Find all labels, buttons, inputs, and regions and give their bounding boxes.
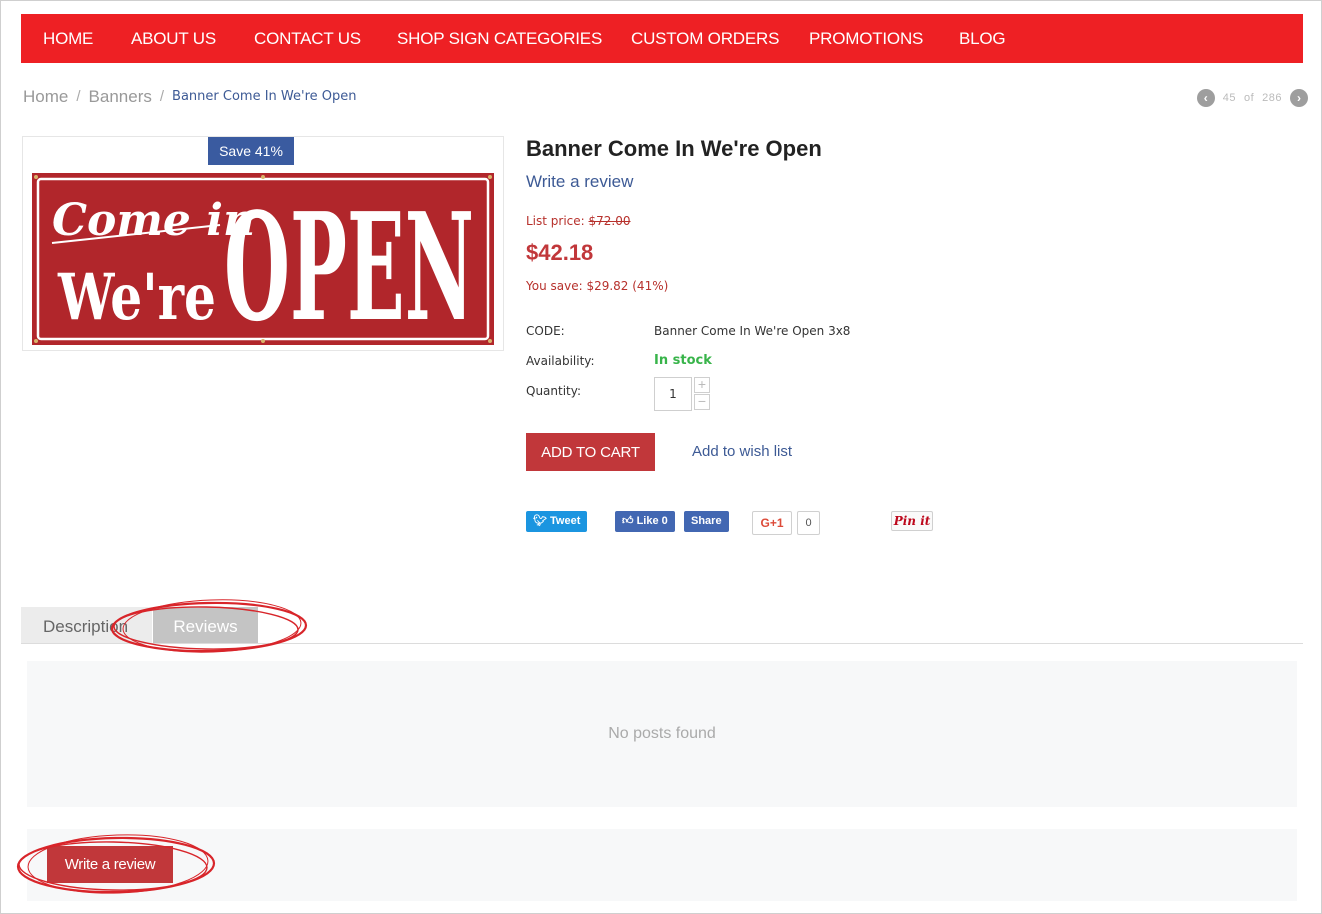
list-price: List price: $72.00 [526, 214, 631, 228]
tab-reviews[interactable]: Reviews [153, 607, 258, 644]
banner-text-line3: OPEN [224, 180, 474, 345]
pin-it-button[interactable]: Pin it [891, 511, 933, 531]
list-price-label: List price: [526, 214, 585, 228]
code-label: CODE: [526, 324, 565, 338]
breadcrumb-current: Banner Come In We're Open [172, 89, 357, 105]
write-review-link[interactable]: Write a review [526, 172, 633, 192]
list-price-value: $72.00 [588, 214, 631, 228]
main-nav: HOME ABOUT US CONTACT US SHOP SIGN CATEG… [21, 14, 1303, 63]
review-actions-bar [27, 829, 1297, 901]
nav-about-us[interactable]: ABOUT US [131, 14, 216, 63]
twitter-icon: 🐦︎ [533, 515, 547, 527]
breadcrumb-separator: / [76, 88, 81, 106]
quantity-input[interactable] [654, 377, 692, 411]
reviews-panel: No posts found [27, 661, 1297, 807]
minus-icon[interactable]: − [694, 394, 710, 410]
tweet-label: Tweet [550, 515, 581, 527]
banner-text-line2: We're [57, 260, 216, 335]
availability-value: In stock [654, 353, 712, 368]
product-price: $42.18 [526, 240, 594, 265]
add-to-cart-button[interactable]: ADD TO CART [526, 433, 655, 471]
chevron-left-icon[interactable]: ‹ [1196, 89, 1215, 107]
google-plus-button[interactable]: G+1 [752, 511, 792, 535]
plus-icon[interactable]: + [694, 377, 710, 393]
no-posts-message: No posts found [608, 725, 716, 742]
breadcrumb-separator: / [159, 88, 165, 106]
nav-home[interactable]: HOME [43, 14, 93, 63]
pager-of: of [1243, 92, 1255, 104]
quantity-label: Quantity: [526, 384, 582, 398]
tab-description[interactable]: Description [21, 607, 152, 644]
product-title: Banner Come In We're Open [526, 136, 822, 161]
thumbs-up-icon: 👍︎ [622, 515, 634, 527]
availability-label: Availability: [526, 354, 595, 368]
google-plus-count: 0 [797, 511, 820, 535]
breadcrumb-category[interactable]: Banners [89, 87, 152, 107]
code-value: Banner Come In We're Open 3x8 [654, 324, 851, 338]
breadcrumb-home[interactable]: Home [23, 87, 68, 107]
product-image[interactable]: Come in We're OPEN [32, 173, 494, 345]
nav-promotions[interactable]: PROMOTIONS [809, 14, 923, 63]
share-button[interactable]: Share [684, 511, 729, 532]
chevron-right-icon[interactable]: › [1290, 89, 1308, 107]
tweet-button[interactable]: 🐦︎ Tweet [526, 511, 588, 532]
like-label: Like 0 [636, 515, 668, 527]
write-review-button[interactable]: Write a review [47, 846, 173, 883]
tab-divider [21, 643, 1303, 644]
like-button[interactable]: 👍︎ Like 0 [615, 511, 675, 532]
product-pager: ‹ 45 of 286 › [1196, 89, 1308, 107]
you-save: You save: $29.82 (41%) [526, 279, 669, 293]
add-to-wish-list-link[interactable]: Add to wish list [692, 443, 792, 460]
pager-total: 286 [1262, 92, 1282, 104]
pager-current: 45 [1222, 92, 1236, 104]
nav-blog[interactable]: BLOG [959, 14, 1006, 63]
nav-custom-orders[interactable]: CUSTOM ORDERS [631, 14, 779, 63]
nav-shop-sign-categories[interactable]: SHOP SIGN CATEGORIES [397, 14, 602, 63]
breadcrumb: Home / Banners / Banner Come In We're Open [23, 86, 356, 106]
nav-contact-us[interactable]: CONTACT US [254, 14, 361, 63]
save-badge: Save 41% [208, 137, 294, 165]
